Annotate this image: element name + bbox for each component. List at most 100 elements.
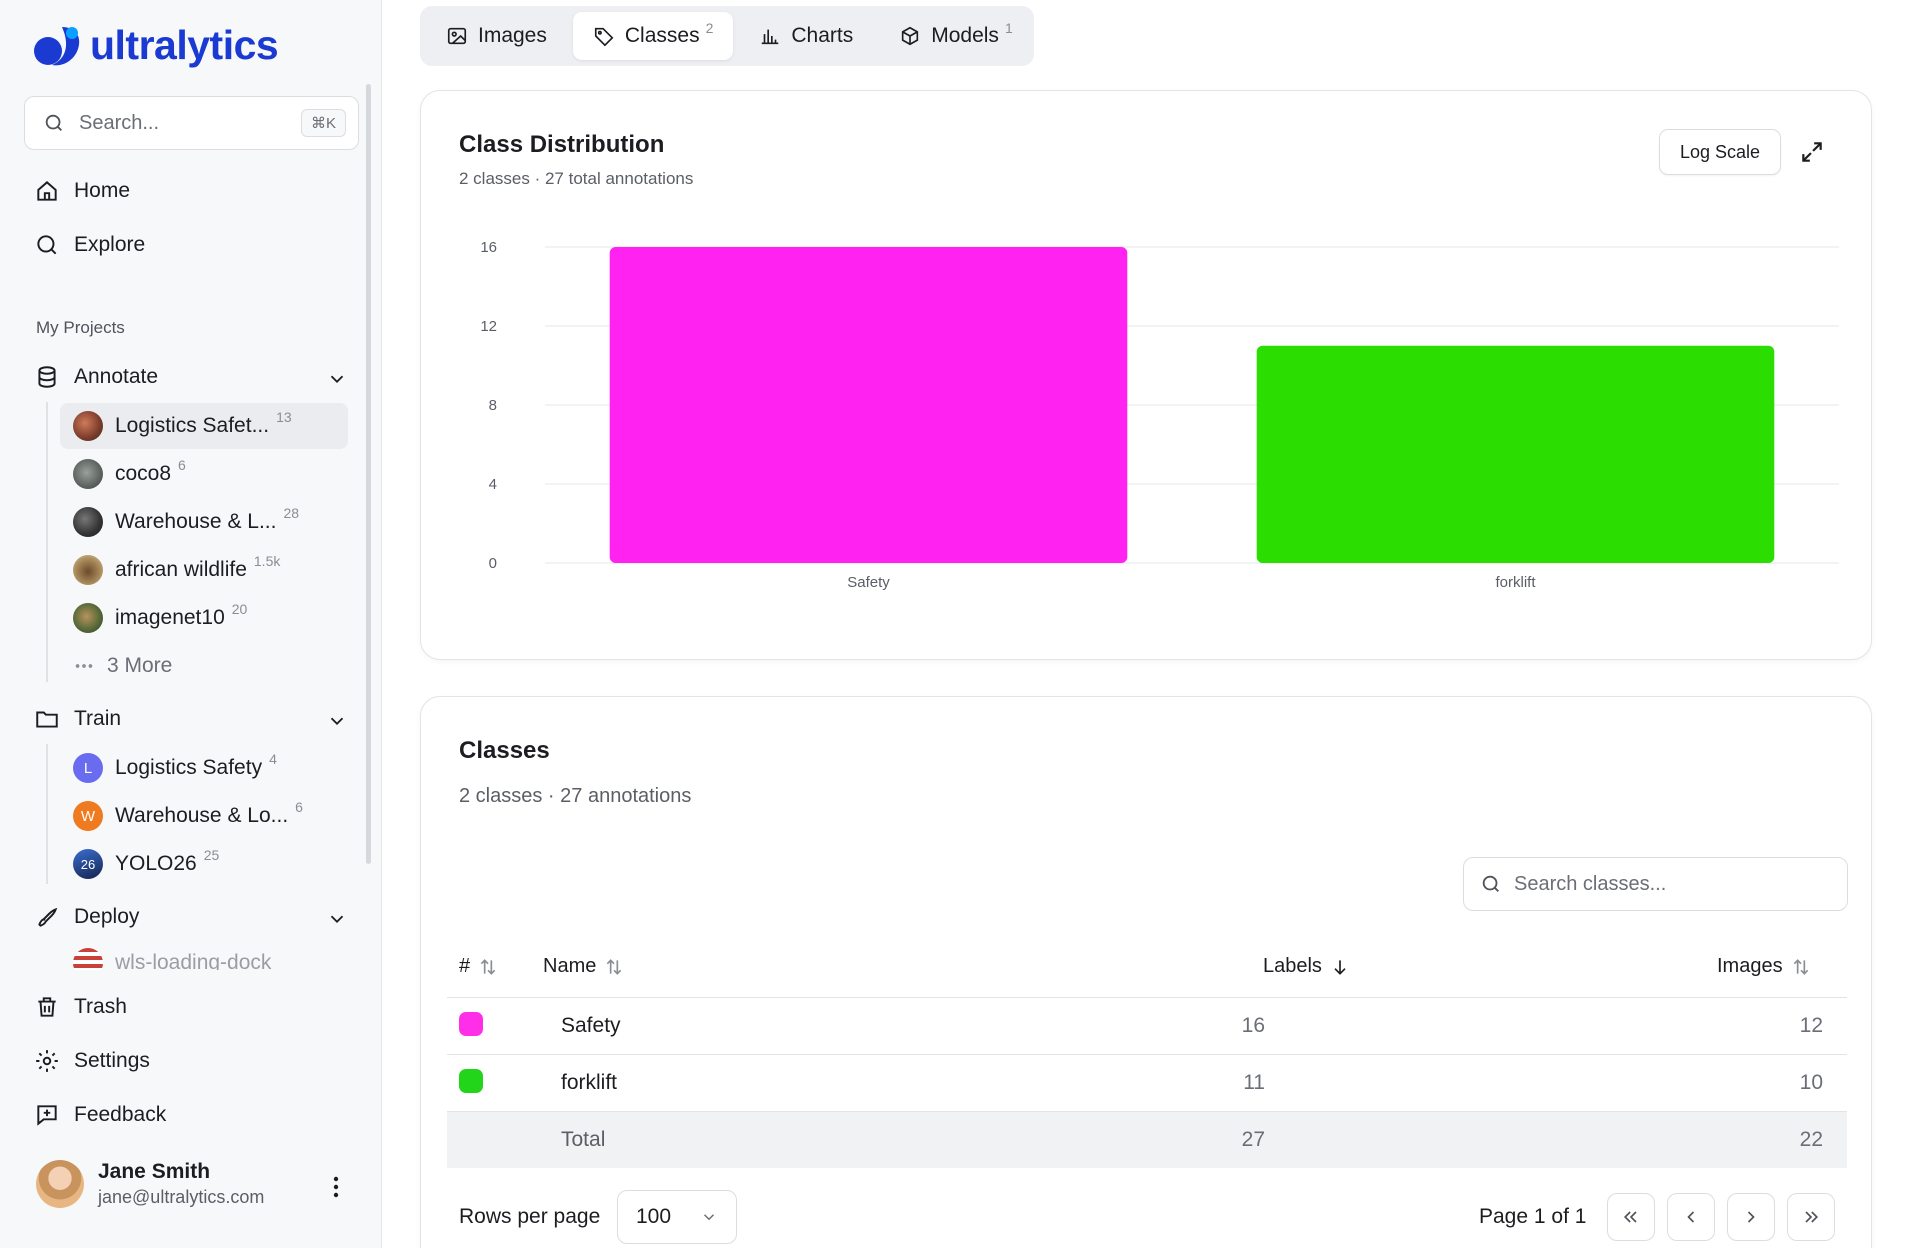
project-count: 25 [203,847,220,863]
column-header-labels[interactable]: Labels [1263,955,1350,978]
annotate-project-item[interactable]: african wildlife 1.5k [60,547,348,593]
tree-line [46,402,48,682]
column-header-name-label: Name [543,955,597,977]
annotate-project-item[interactable]: Logistics Safet... 13 [60,403,348,449]
column-header-images[interactable]: Images [1717,955,1811,978]
next-page-button[interactable] [1727,1193,1775,1241]
log-scale-button[interactable]: Log Scale [1659,129,1781,175]
project-count: 13 [276,409,292,425]
project-name: Warehouse & L... [115,510,277,533]
tab-models[interactable]: Models 1 [879,12,1033,60]
gear-icon [36,1050,58,1072]
class-distribution-chart: 0 4 8 12 16 Safety forklift [480,239,1839,591]
nav-trash-label: Trash [74,995,127,1018]
first-page-button[interactable] [1607,1193,1655,1241]
distribution-subtitle: 2 classes · 27 total annotations [459,169,694,188]
search-icon [45,114,62,131]
nav-home[interactable]: Home [34,178,130,204]
x-tick-label: Safety [847,574,890,591]
sort-icon [1793,958,1808,975]
sort-icon [480,958,496,975]
user-name: Jane Smith [98,1160,211,1183]
class-color-swatch[interactable] [459,1069,483,1093]
class-name: Safety [561,1014,621,1037]
nav-settings[interactable]: Settings [34,1048,150,1074]
table-row[interactable]: forklift 11 10 [447,1054,1847,1111]
class-images: 12 [1799,1014,1823,1037]
chevrons-right-icon [1805,1211,1819,1223]
chevrons-left-icon [1623,1211,1637,1223]
train-project-item[interactable]: 26 YOLO26 25 [60,841,348,887]
y-tick-label: 8 [489,397,497,414]
y-tick-label: 16 [480,239,497,256]
arrow-down-icon [1334,959,1346,975]
annotate-project-item[interactable]: imagenet10 20 [60,595,348,641]
train-project-item[interactable]: W Warehouse & Lo... 6 [60,793,348,839]
search-placeholder: Search... [79,111,160,134]
search-icon [1482,875,1499,892]
project-name: Logistics Safety [115,756,263,779]
tab-classes-count: 2 [705,20,714,36]
project-thumbnail [73,603,103,633]
column-header-index-label: # [459,955,471,977]
annotate-project-item[interactable]: coco8 6 [60,451,348,497]
chevron-down-icon[interactable] [326,710,348,732]
avatar [36,1160,84,1208]
train-project-item[interactable]: L Logistics Safety 4 [60,745,348,791]
sidebar-search[interactable]: Search... ⌘K [24,96,359,150]
column-header-name[interactable]: Name [543,955,624,978]
deploy-label: Deploy [74,905,140,928]
more-horizontal-icon [75,664,93,668]
previous-page-button[interactable] [1667,1193,1715,1241]
distribution-title: Class Distribution [459,131,665,158]
user-email: jane@ultralytics.com [98,1187,265,1207]
project-thumbnail [73,555,103,585]
chevron-down-icon[interactable] [326,908,348,930]
tab-charts[interactable]: Charts [739,12,873,60]
annotate-project-item[interactable]: Warehouse & L... 28 [60,499,348,545]
column-header-index[interactable]: # [459,955,498,978]
user-profile[interactable]: Jane Smith jane@ultralytics.com [36,1160,264,1208]
chevron-down-icon[interactable] [326,368,348,390]
sidebar-scrollbar[interactable] [366,84,371,864]
class-search-placeholder: Search classes... [1514,872,1667,895]
rows-per-page-label: Rows per page [459,1205,601,1228]
tab-images[interactable]: Images [426,12,567,60]
train-group-header[interactable]: Train [34,706,352,732]
nav-trash[interactable]: Trash [34,994,127,1020]
y-tick-label: 12 [480,318,497,335]
tab-classes[interactable]: Classes 2 [572,12,734,60]
nav-feedback[interactable]: Feedback [34,1102,166,1128]
tag-icon [594,27,614,47]
project-name: coco8 [115,462,172,485]
rows-per-page-select[interactable]: 100 [617,1190,737,1244]
nav-explore[interactable]: Explore [34,232,145,258]
deploy-partial-item[interactable]: wls-loading-dock [60,948,360,970]
expand-icon[interactable] [1799,139,1825,165]
project-name: Logistics Safet... [115,414,270,437]
classes-subtitle: 2 classes · 27 annotations [459,785,692,807]
annotate-group-header[interactable]: Annotate [34,364,352,390]
annotate-more-link[interactable]: 3 More [60,643,348,689]
column-header-images-label: Images [1717,955,1783,977]
classes-title: Classes [459,737,550,764]
search-icon [37,235,57,255]
home-icon [37,181,57,201]
cube-icon [902,26,919,46]
chevron-down-icon [703,1214,715,1221]
more-label: 3 More [107,654,173,677]
train-label: Train [74,707,122,730]
tab-charts-label: Charts [791,24,854,47]
class-color-swatch[interactable] [459,1012,483,1036]
class-search-input[interactable]: Search classes... [1463,857,1848,911]
logo[interactable]: ultralytics [32,22,279,69]
table-row[interactable]: Safety 16 12 [447,997,1847,1054]
search-shortcut: ⌘K [300,109,346,137]
column-header-labels-label: Labels [1263,955,1322,977]
last-page-button[interactable] [1787,1193,1835,1241]
deploy-group-header[interactable]: Deploy [34,904,352,930]
nav-feedback-label: Feedback [74,1103,167,1126]
tree-line [46,744,48,884]
project-count: 6 [178,457,186,473]
more-vertical-icon[interactable] [330,1175,342,1199]
